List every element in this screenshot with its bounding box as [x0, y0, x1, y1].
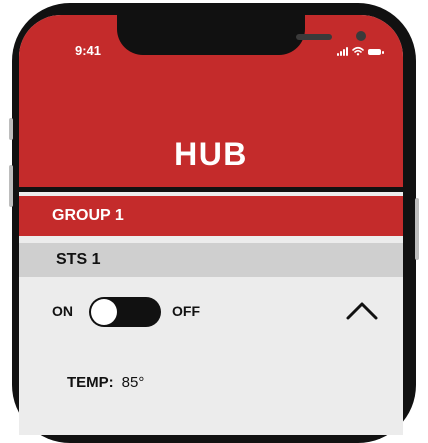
group-label: GROUP 1 — [52, 207, 124, 224]
toggle-off-label: OFF — [172, 303, 200, 319]
status-time: 9:41 — [75, 43, 102, 58]
camera-icon — [356, 31, 366, 41]
power-toggle-row: ON OFF — [19, 290, 403, 330]
power-button — [415, 198, 419, 260]
signal-icon — [337, 46, 348, 56]
temp-value: 85° — [121, 374, 145, 391]
power-toggle[interactable] — [89, 297, 161, 327]
station-label: STS 1 — [56, 251, 101, 268]
speaker-grille — [296, 34, 332, 40]
group-header[interactable]: GROUP 1 — [19, 196, 403, 236]
status-icons — [337, 44, 384, 56]
chevron-up-icon[interactable] — [345, 299, 379, 321]
temp-row: TEMP: 85° — [67, 374, 144, 394]
page-title: HUB — [174, 136, 248, 172]
volume-up-button — [9, 165, 13, 207]
mute-switch — [9, 118, 13, 140]
notch — [117, 15, 366, 55]
battery-icon — [368, 49, 384, 55]
wifi-icon — [352, 46, 364, 56]
toggle-knob — [91, 299, 117, 325]
app-screen: 9:41 HUB GROUP 1 STS 1 ON OFF — [19, 15, 403, 435]
station-row[interactable]: STS 1 — [19, 243, 403, 277]
toggle-on-label: ON — [52, 303, 73, 319]
header-divider — [19, 187, 403, 192]
temp-label: TEMP: — [67, 374, 114, 391]
